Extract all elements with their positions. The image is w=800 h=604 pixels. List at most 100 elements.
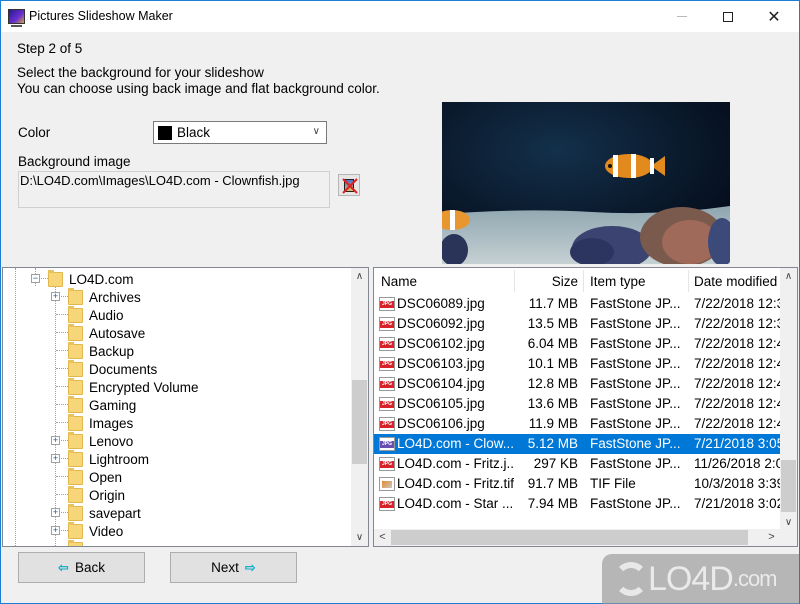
remove-image-icon [342, 178, 358, 194]
file-type: FastStone JP... [590, 456, 681, 471]
tree-item[interactable]: Audio [68, 305, 124, 324]
tree-item[interactable]: Encrypted Volume [68, 377, 199, 396]
folder-icon [68, 305, 83, 323]
folder-icon [68, 377, 83, 395]
tree-item[interactable]: Open [68, 467, 122, 486]
scroll-up-icon[interactable]: ∧ [780, 268, 797, 285]
file-row[interactable]: JPG DSC06103.jpg 10.1 MB FastStone JP... 7/2… [374, 354, 780, 374]
file-date: 10/3/2018 3:39 [694, 476, 780, 491]
app-icon [8, 9, 25, 27]
file-row[interactable]: JPG DSC06106.jpg 11.9 MB FastStone JP... 7/2… [374, 414, 780, 434]
tree-item[interactable]: Backup [68, 341, 135, 360]
list-horizontal-scrollbar[interactable]: < > [374, 529, 780, 546]
file-size: 13.5 MB [527, 316, 578, 331]
folder-tree[interactable]: − LO4D.com + Archives Audio Autosave Backup D… [2, 267, 369, 547]
scroll-right-icon[interactable]: > [763, 529, 780, 546]
expand-icon[interactable]: + [51, 292, 60, 301]
file-row[interactable]: JPG DSC06104.jpg 12.8 MB FastStone JP... 7/2… [374, 374, 780, 394]
file-date: 7/21/2018 3:02 [694, 496, 780, 511]
file-row[interactable]: JPG DSC06089.jpg 11.7 MB FastStone JP... 7/2… [374, 294, 780, 314]
file-row[interactable]: LO4D.com - Fritz.tif 91.7 MB TIF File 10/3/… [374, 474, 780, 494]
file-list[interactable]: Name Size Item type Date modified JPG DSC… [373, 267, 798, 547]
file-size: 12.8 MB [527, 376, 578, 391]
file-row-selected[interactable]: JPG LO4D.com - Clow... 5.12 MB FastStone JP… [374, 434, 780, 454]
folder-icon [68, 503, 83, 521]
close-button[interactable]: ✕ [751, 1, 797, 32]
background-image-label: Background image [18, 154, 131, 169]
minimize-icon [677, 16, 687, 17]
tree-item-label: Origin [89, 487, 126, 503]
tree-item[interactable]: Archives [68, 287, 141, 306]
next-button[interactable]: Next ⇨ [170, 552, 297, 583]
tree-connector [56, 494, 68, 495]
file-row[interactable]: JPG DSC06105.jpg 13.6 MB FastStone JP... 7/2… [374, 394, 780, 414]
file-row[interactable]: JPG LO4D.com - Star ... 7.94 MB FastStone J… [374, 494, 780, 514]
maximize-icon [723, 11, 733, 22]
clear-background-image-button[interactable] [338, 174, 360, 196]
scroll-down-icon[interactable]: ∨ [351, 529, 368, 546]
file-row[interactable]: JPG LO4D.com - Fritz.j... 297 KB FastStone … [374, 454, 780, 474]
tree-vertical-scrollbar[interactable]: ∧ ∨ [351, 268, 368, 546]
tree-item[interactable]: Video [68, 521, 123, 540]
jpg-file-icon: JPG [379, 377, 395, 391]
expand-icon[interactable]: + [51, 526, 60, 535]
file-size: 6.04 MB [527, 336, 578, 351]
file-row[interactable]: JPG DSC06102.jpg 6.04 MB FastStone JP... 7/2… [374, 334, 780, 354]
folder-icon [68, 467, 83, 485]
tree-connector [56, 476, 68, 477]
minimize-button[interactable] [659, 1, 705, 32]
tree-item-partial[interactable] [68, 539, 89, 546]
tree-item[interactable]: Autosave [68, 323, 145, 342]
tree-connector [56, 332, 68, 333]
list-vertical-scrollbar[interactable]: ∧ ∨ [780, 268, 797, 531]
folder-icon [68, 431, 83, 449]
jpg-file-icon: JPG [379, 297, 395, 311]
lo4d-logo-icon [614, 562, 648, 596]
jpg-badge: JPG [380, 441, 394, 448]
folder-icon [48, 269, 63, 287]
color-dropdown[interactable]: Black ∨ [153, 121, 327, 144]
tree-item[interactable]: savepart [68, 503, 141, 522]
scrollbar-thumb[interactable] [391, 530, 748, 545]
tree-item[interactable]: Lightroom [68, 449, 149, 468]
scroll-up-icon[interactable]: ∧ [351, 268, 368, 285]
tree-item-root[interactable]: LO4D.com [48, 269, 134, 288]
tree-item[interactable]: Gaming [68, 395, 136, 414]
column-header-date-modified[interactable]: Date modified [694, 268, 780, 294]
expand-icon[interactable]: + [51, 436, 60, 445]
jpg-badge: JPG [380, 321, 394, 328]
file-row[interactable]: JPG DSC06092.jpg 13.5 MB FastStone JP... 7/2… [374, 314, 780, 334]
file-type: FastStone JP... [590, 436, 681, 451]
scrollbar-thumb[interactable] [781, 460, 796, 512]
file-type: FastStone JP... [590, 396, 681, 411]
column-divider[interactable] [688, 270, 689, 292]
lo4d-watermark: LO4D .com [602, 554, 799, 604]
expand-icon[interactable]: + [51, 508, 60, 517]
column-header-size[interactable]: Size [515, 268, 578, 294]
folder-icon [68, 521, 83, 539]
file-type: FastStone JP... [590, 376, 681, 391]
background-image-path-field[interactable]: D:\LO4D.com\Images\LO4D.com - Clownfish.… [18, 171, 330, 208]
column-header-item-type[interactable]: Item type [590, 268, 680, 294]
tree-item[interactable]: Lenovo [68, 431, 133, 450]
tree-item-label: Backup [89, 343, 135, 359]
scroll-left-icon[interactable]: < [374, 529, 391, 546]
scrollbar-thumb[interactable] [352, 380, 367, 464]
file-size: 11.7 MB [528, 296, 578, 311]
tree-item[interactable]: Images [68, 413, 133, 432]
back-button[interactable]: ⇦ Back [18, 552, 145, 583]
jpg-file-icon: JPG [379, 317, 395, 331]
expand-icon[interactable]: + [51, 454, 60, 463]
tree-connector [56, 386, 68, 387]
maximize-button[interactable] [705, 1, 751, 32]
tree-connector [56, 404, 68, 405]
column-header-name[interactable]: Name [381, 268, 501, 294]
color-dropdown-value: Black [177, 125, 211, 140]
app-window: Pictures Slideshow Maker ✕ Step 2 of 5 S… [0, 0, 800, 604]
collapse-icon[interactable]: − [31, 274, 40, 283]
tree-item[interactable]: Documents [68, 359, 157, 378]
file-name: DSC06092.jpg [397, 316, 485, 331]
tree-item[interactable]: Origin [68, 485, 126, 504]
column-divider[interactable] [583, 270, 584, 292]
instruction-line-1: Select the background for your slideshow [17, 65, 264, 80]
